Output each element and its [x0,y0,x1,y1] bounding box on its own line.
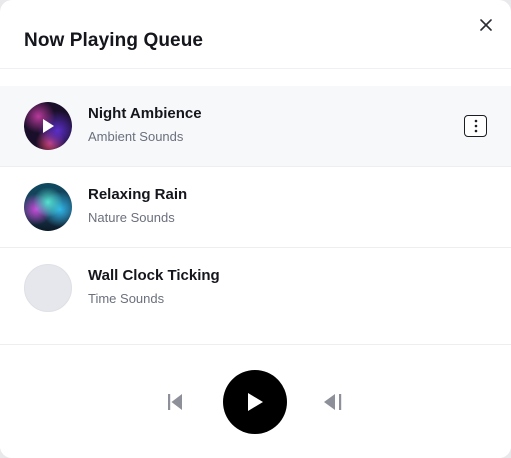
relaxing-rain-artwork [24,183,72,231]
now-playing-queue-dialog: Now Playing Queue Night Ambience Ambient… [0,0,511,458]
night-ambience-artwork [24,102,72,150]
queue-list: Night Ambience Ambient Sounds Relaxing R… [0,86,511,329]
track-subtitle: Time Sounds [88,291,165,306]
track-title: Relaxing Rain [88,186,188,203]
queue-item-night-ambience[interactable]: Night Ambience Ambient Sounds [0,86,511,167]
vertical-dots-icon [474,119,477,133]
player-controls [0,344,511,458]
track-subtitle: Ambient Sounds [88,129,184,144]
play-icon [248,393,263,411]
close-icon [480,19,492,31]
track-title: Night Ambience [88,105,202,122]
skip-previous-icon [168,394,182,410]
now-playing-indicator [24,102,72,150]
track-subtitle: Nature Sounds [88,210,175,225]
track-title: Wall Clock Ticking [88,267,220,284]
play-icon [43,119,54,133]
queue-item-wall-clock-ticking[interactable]: Wall Clock Ticking Time Sounds [0,248,511,329]
previous-track-button[interactable] [165,392,185,412]
queue-item-relaxing-rain[interactable]: Relaxing Rain Nature Sounds [0,167,511,248]
skip-next-icon [324,394,342,410]
dialog-header: Now Playing Queue [0,0,511,69]
next-track-button[interactable] [321,392,345,412]
play-button[interactable] [223,370,287,434]
more-options-button[interactable] [464,115,487,137]
close-button[interactable] [476,15,496,35]
dialog-title: Now Playing Queue [24,30,204,51]
placeholder-artwork [24,264,72,312]
